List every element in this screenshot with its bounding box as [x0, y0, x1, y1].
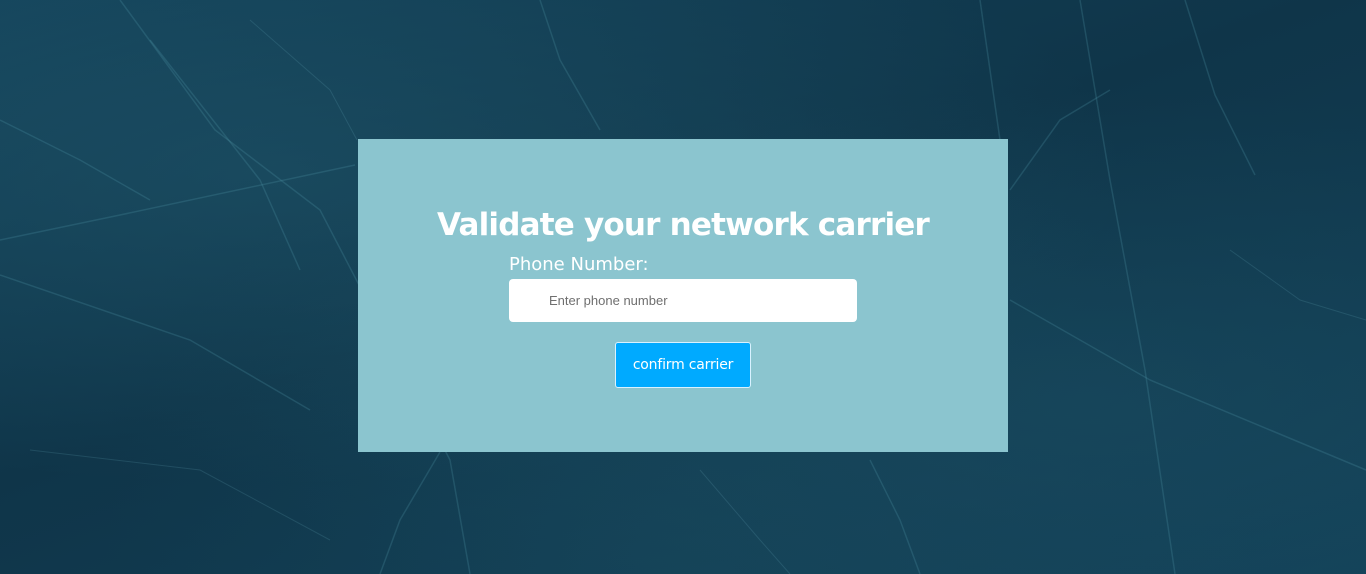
phone-number-input[interactable]	[509, 279, 857, 322]
phone-number-label: Phone Number:	[509, 254, 649, 275]
confirm-carrier-button[interactable]: confirm carrier	[615, 342, 751, 388]
page-title: Validate your network carrier	[436, 207, 930, 243]
